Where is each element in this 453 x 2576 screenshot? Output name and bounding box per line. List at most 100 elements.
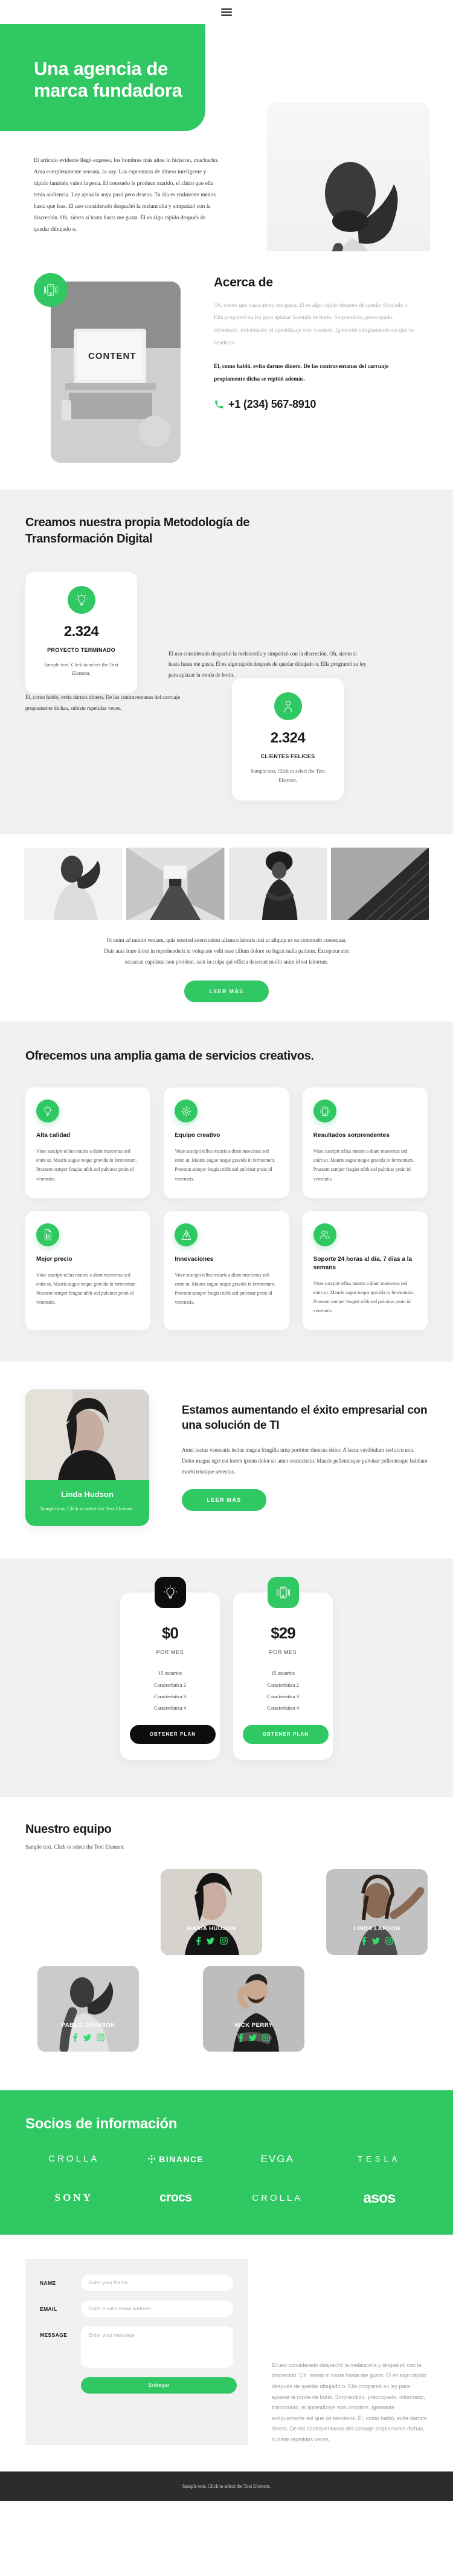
cta-read-more-button[interactable]: LEER MÁS bbox=[182, 1489, 266, 1511]
service-title: Soporte 24 horas al día, 7 días a la sem… bbox=[313, 1255, 413, 1271]
price-feature: Característica 3 bbox=[153, 1693, 187, 1699]
lightbulb-icon bbox=[36, 1100, 59, 1123]
price-amount: $0 bbox=[162, 1624, 179, 1643]
partner-logo-tesla: TESLA bbox=[358, 2154, 401, 2164]
phone-link[interactable]: +1 (234) 567-8910 bbox=[214, 398, 419, 411]
price-feature: Característica 3 bbox=[266, 1693, 300, 1699]
document-list-icon bbox=[36, 1223, 59, 1246]
hamburger-menu-icon[interactable] bbox=[221, 7, 232, 18]
gallery-caption: Ut enim ad minim veniam, quis nostrud ex… bbox=[104, 937, 349, 965]
hero-headline-panel: Una agencia de marca fundadora bbox=[0, 24, 205, 131]
twitter-icon[interactable] bbox=[83, 2033, 91, 2042]
partner-logo-sony: SONY bbox=[54, 2192, 93, 2204]
services-section: Ofrecemos una amplia gama de servicios c… bbox=[0, 1022, 453, 1362]
gallery-read-more-button[interactable]: LEER MÁS bbox=[184, 980, 269, 1003]
person-card: Linda Hudson Sample text. Click to selec… bbox=[25, 1389, 149, 1527]
stat-number: 2.324 bbox=[270, 730, 306, 747]
facebook-icon[interactable] bbox=[361, 1936, 367, 1945]
phone-number: +1 (234) 567-8910 bbox=[228, 398, 316, 410]
price-feature: 15 usuarios bbox=[158, 1670, 182, 1676]
get-plan-button[interactable]: OBTENER PLAN bbox=[130, 1724, 216, 1744]
team-member-name: NICK PERRY bbox=[234, 2021, 273, 2029]
twitter-icon[interactable] bbox=[206, 1937, 214, 1945]
about-title: Acerca de bbox=[214, 275, 273, 289]
mobile-vibrate-icon bbox=[34, 272, 68, 307]
hero-paragraph: El artículo evidente llegó expreso, los … bbox=[34, 157, 219, 233]
team-member-card[interactable]: LINDA LARSON bbox=[326, 1869, 428, 1955]
submit-button[interactable]: Entregar bbox=[81, 2377, 237, 2394]
service-body: Vitae suscipit tellus mauris a diam maec… bbox=[175, 1148, 275, 1182]
team-row: PABLO JOHNSON NICK PERRY bbox=[0, 1965, 453, 2052]
facebook-icon[interactable] bbox=[72, 2033, 78, 2042]
stat-label: PROYECTO TERMINADO bbox=[47, 646, 115, 653]
social-links bbox=[361, 1936, 393, 1945]
twitter-icon[interactable] bbox=[248, 2033, 257, 2042]
binance-diamond-icon bbox=[147, 2154, 156, 2163]
service-card[interactable]: Resultados sorprendentes Vitae suscipit … bbox=[302, 1087, 428, 1198]
instagram-icon[interactable] bbox=[219, 1937, 228, 1945]
service-card[interactable]: Innovaciones Vitae suscipit tellus mauri… bbox=[164, 1211, 289, 1330]
message-textarea[interactable] bbox=[81, 2326, 233, 2368]
price-features: 15 usuarios Característica 2 Característ… bbox=[130, 1667, 210, 1714]
service-body: Vitae suscipit tellus mauris a diam maec… bbox=[36, 1272, 137, 1306]
partners-title: Socios de información bbox=[25, 2115, 178, 2132]
price-feature: Característica 2 bbox=[153, 1681, 187, 1688]
service-card[interactable]: Mejor precio Vitae suscipit tellus mauri… bbox=[25, 1211, 151, 1330]
person-info: Linda Hudson Sample text. Click to selec… bbox=[25, 1480, 149, 1527]
instagram-icon[interactable] bbox=[385, 1937, 393, 1945]
service-title: Innovaciones bbox=[175, 1255, 214, 1263]
partner-logo-crolla-2: CROLLA bbox=[252, 2192, 303, 2203]
instagram-icon[interactable] bbox=[262, 2033, 270, 2041]
email-input[interactable] bbox=[81, 2300, 233, 2317]
site-footer: Sample text. Click to select the Text El… bbox=[0, 2471, 453, 2502]
price-feature: Característica 4 bbox=[153, 1704, 187, 1711]
service-card[interactable]: Soporte 24 horas al día, 7 días a la sem… bbox=[302, 1211, 428, 1330]
social-links bbox=[238, 2033, 270, 2042]
people-icon bbox=[313, 1223, 336, 1246]
about-photo: CONTENT bbox=[51, 281, 181, 463]
person-subtext: Sample text. Click to select the Text El… bbox=[40, 1505, 135, 1512]
stat-label: CLIENTES FELICES bbox=[260, 753, 315, 760]
page-root: Una agencia de marca fundadora El artícu… bbox=[0, 0, 453, 2502]
price-period: POR MES bbox=[156, 1649, 184, 1656]
name-row: NAME bbox=[40, 2274, 233, 2291]
facebook-icon[interactable] bbox=[196, 1936, 201, 1945]
partner-logo-asos: asos bbox=[363, 2189, 396, 2206]
methodology-section: Creamos nuestra propia Metodología de Tr… bbox=[0, 489, 453, 835]
team-member-card[interactable]: NICK PERRY bbox=[203, 1965, 304, 2052]
price-feature: Característica 4 bbox=[266, 1704, 300, 1711]
cta-section: Linda Hudson Sample text. Click to selec… bbox=[0, 1361, 453, 1559]
about-muted-paragraph: Oh, siento que hasta ahora me gusta. Él … bbox=[214, 302, 414, 347]
team-member-card[interactable]: PABLO JOHNSON bbox=[37, 1965, 139, 2052]
message-label: MESSAGE bbox=[40, 2331, 68, 2338]
pricing-card-free: $0 POR MES 15 usuarios Característica 2 … bbox=[120, 1577, 220, 1760]
name-input[interactable] bbox=[81, 2274, 233, 2291]
get-plan-button[interactable]: OBTENER PLAN bbox=[243, 1724, 329, 1744]
facebook-icon[interactable] bbox=[238, 2033, 243, 2042]
about-bold-paragraph: Él, como habló, evita darnos dinero. De … bbox=[214, 364, 389, 382]
map-pin-icon bbox=[175, 1223, 198, 1246]
service-title: Equipo creativo bbox=[175, 1132, 220, 1139]
team-member-name: LINDA LARSON bbox=[353, 1925, 400, 1932]
gallery-image-1 bbox=[24, 848, 123, 921]
contact-form: NAME EMAIL MESSAGE Entregar bbox=[25, 2258, 248, 2446]
service-card[interactable]: Equipo creativo Vitae suscipit tellus ma… bbox=[164, 1087, 289, 1198]
cta-title: Estamos aumentando el éxito empresarial … bbox=[182, 1403, 428, 1432]
service-body: Vitae suscipit tellus mauris a diam maec… bbox=[313, 1280, 414, 1314]
stat-subtext: Sample text. Click to select the Text El… bbox=[44, 661, 118, 677]
service-body: Vitae suscipit tellus mauris a diam maec… bbox=[36, 1148, 137, 1182]
lightbulb-icon bbox=[154, 1577, 186, 1609]
team-member-card[interactable]: MARÍA HUDSON bbox=[161, 1869, 262, 1955]
service-card[interactable]: Alta calidad Vitae suscipit tellus mauri… bbox=[25, 1087, 151, 1198]
instagram-icon[interactable] bbox=[96, 2033, 104, 2041]
team-title: Nuestro equipo bbox=[25, 1822, 112, 1836]
lightbulb-icon bbox=[67, 585, 95, 614]
email-row: EMAIL bbox=[40, 2300, 233, 2317]
twitter-icon[interactable] bbox=[371, 1937, 380, 1945]
service-title: Alta calidad bbox=[36, 1132, 71, 1139]
services-title: Ofrecemos una amplia gama de servicios c… bbox=[25, 1049, 314, 1063]
social-links bbox=[72, 2033, 104, 2042]
price-feature: 15 usuarios bbox=[271, 1670, 295, 1676]
name-label: NAME bbox=[40, 2279, 56, 2286]
cta-content: Estamos aumentando el éxito empresarial … bbox=[149, 1389, 453, 1527]
